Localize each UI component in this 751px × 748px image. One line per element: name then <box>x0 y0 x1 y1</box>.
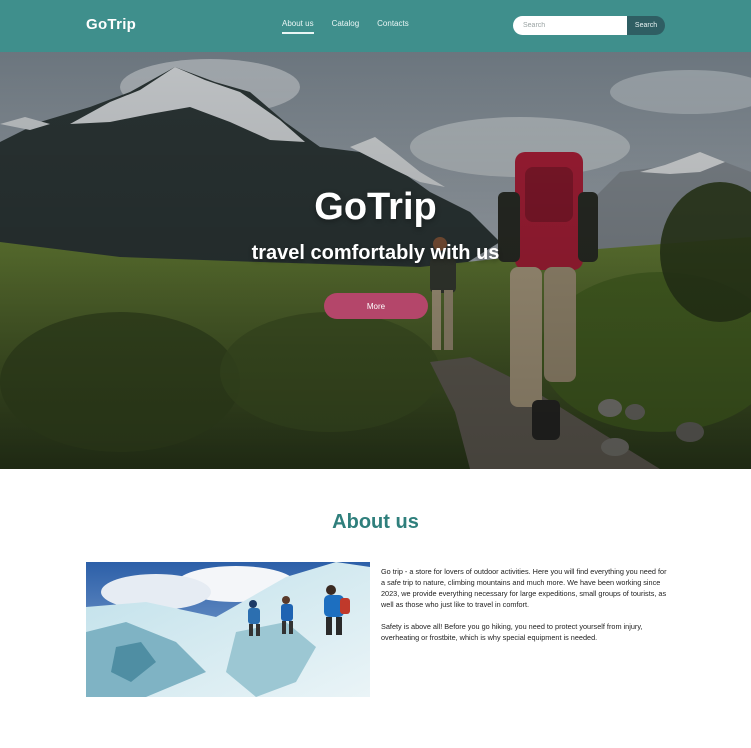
hero-title: GoTrip <box>314 186 437 228</box>
main-nav: About us Catalog Contacts <box>282 19 409 34</box>
glacier-photo-svg <box>86 562 370 697</box>
nav-about-us[interactable]: About us <box>282 19 314 34</box>
search-bar: Search <box>513 16 665 35</box>
about-paragraph: Go trip - a store for lovers of outdoor … <box>381 567 667 609</box>
more-button[interactable]: More <box>324 293 428 319</box>
about-heading: About us <box>332 511 419 533</box>
about-text: Go trip - a store for lovers of outdoor … <box>381 566 671 654</box>
glacier-climbers-photo <box>86 562 370 697</box>
nav-contacts[interactable]: Contacts <box>377 19 409 34</box>
about-paragraph: Safety is above all! Before you go hikin… <box>381 622 643 642</box>
nav-catalog[interactable]: Catalog <box>332 19 360 34</box>
hero-section: GoTrip travel comfortably with us More <box>0 52 751 469</box>
site-header: GoTrip About us Catalog Contacts Search <box>0 0 751 52</box>
search-input[interactable] <box>513 16 627 35</box>
search-button[interactable]: Search <box>627 16 665 35</box>
hero-subtitle: travel comfortably with us <box>251 242 500 264</box>
site-logo[interactable]: GoTrip <box>86 16 136 33</box>
